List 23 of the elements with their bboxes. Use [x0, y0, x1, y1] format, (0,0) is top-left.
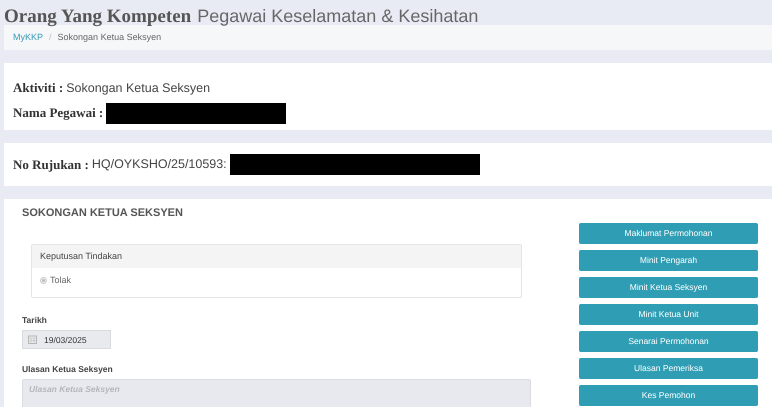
action-button[interactable]: Kes Pemohon	[579, 385, 758, 406]
action-button[interactable]: Minit Ketua Seksyen	[579, 277, 758, 298]
breadcrumb-link[interactable]: MyKKP	[13, 30, 44, 44]
panel-title: Keputusan Tindakan	[40, 250, 122, 263]
action-button[interactable]: Minit Ketua Unit	[579, 304, 758, 325]
breadcrumb-current: Sokongan Ketua Seksyen	[58, 30, 162, 44]
reference-value: HQ/OYKSHO/25/10593:	[92, 156, 227, 174]
remarks-label: Ulasan Ketua Seksyen	[22, 363, 114, 376]
section-title: SOKONGAN KETUA SEKSYEN	[22, 206, 184, 221]
date-label: Tarikh	[22, 314, 48, 326]
reference-label: No Rujukan :	[13, 156, 89, 174]
calendar-icon	[28, 335, 37, 344]
date-field[interactable]: 19/03/2025	[22, 330, 111, 350]
breadcrumb-separator: /	[49, 30, 52, 44]
action-button[interactable]: Ulasan Pemeriksa	[579, 358, 758, 379]
page-title: Orang Yang Kompeten	[4, 5, 192, 29]
info-value: Sokongan Ketua Seksyen	[66, 80, 210, 97]
action-button[interactable]: Senarai Permohonan	[579, 331, 758, 352]
action-button[interactable]: Maklumat Permohonan	[579, 223, 758, 244]
info-label: Aktiviti :	[13, 79, 64, 98]
info-label: Nama Pegawai :	[13, 104, 104, 122]
action-button[interactable]: Minit Pengarah	[579, 250, 758, 271]
page-subtitle: Pegawai Keselamatan & Kesihatan	[197, 5, 478, 28]
